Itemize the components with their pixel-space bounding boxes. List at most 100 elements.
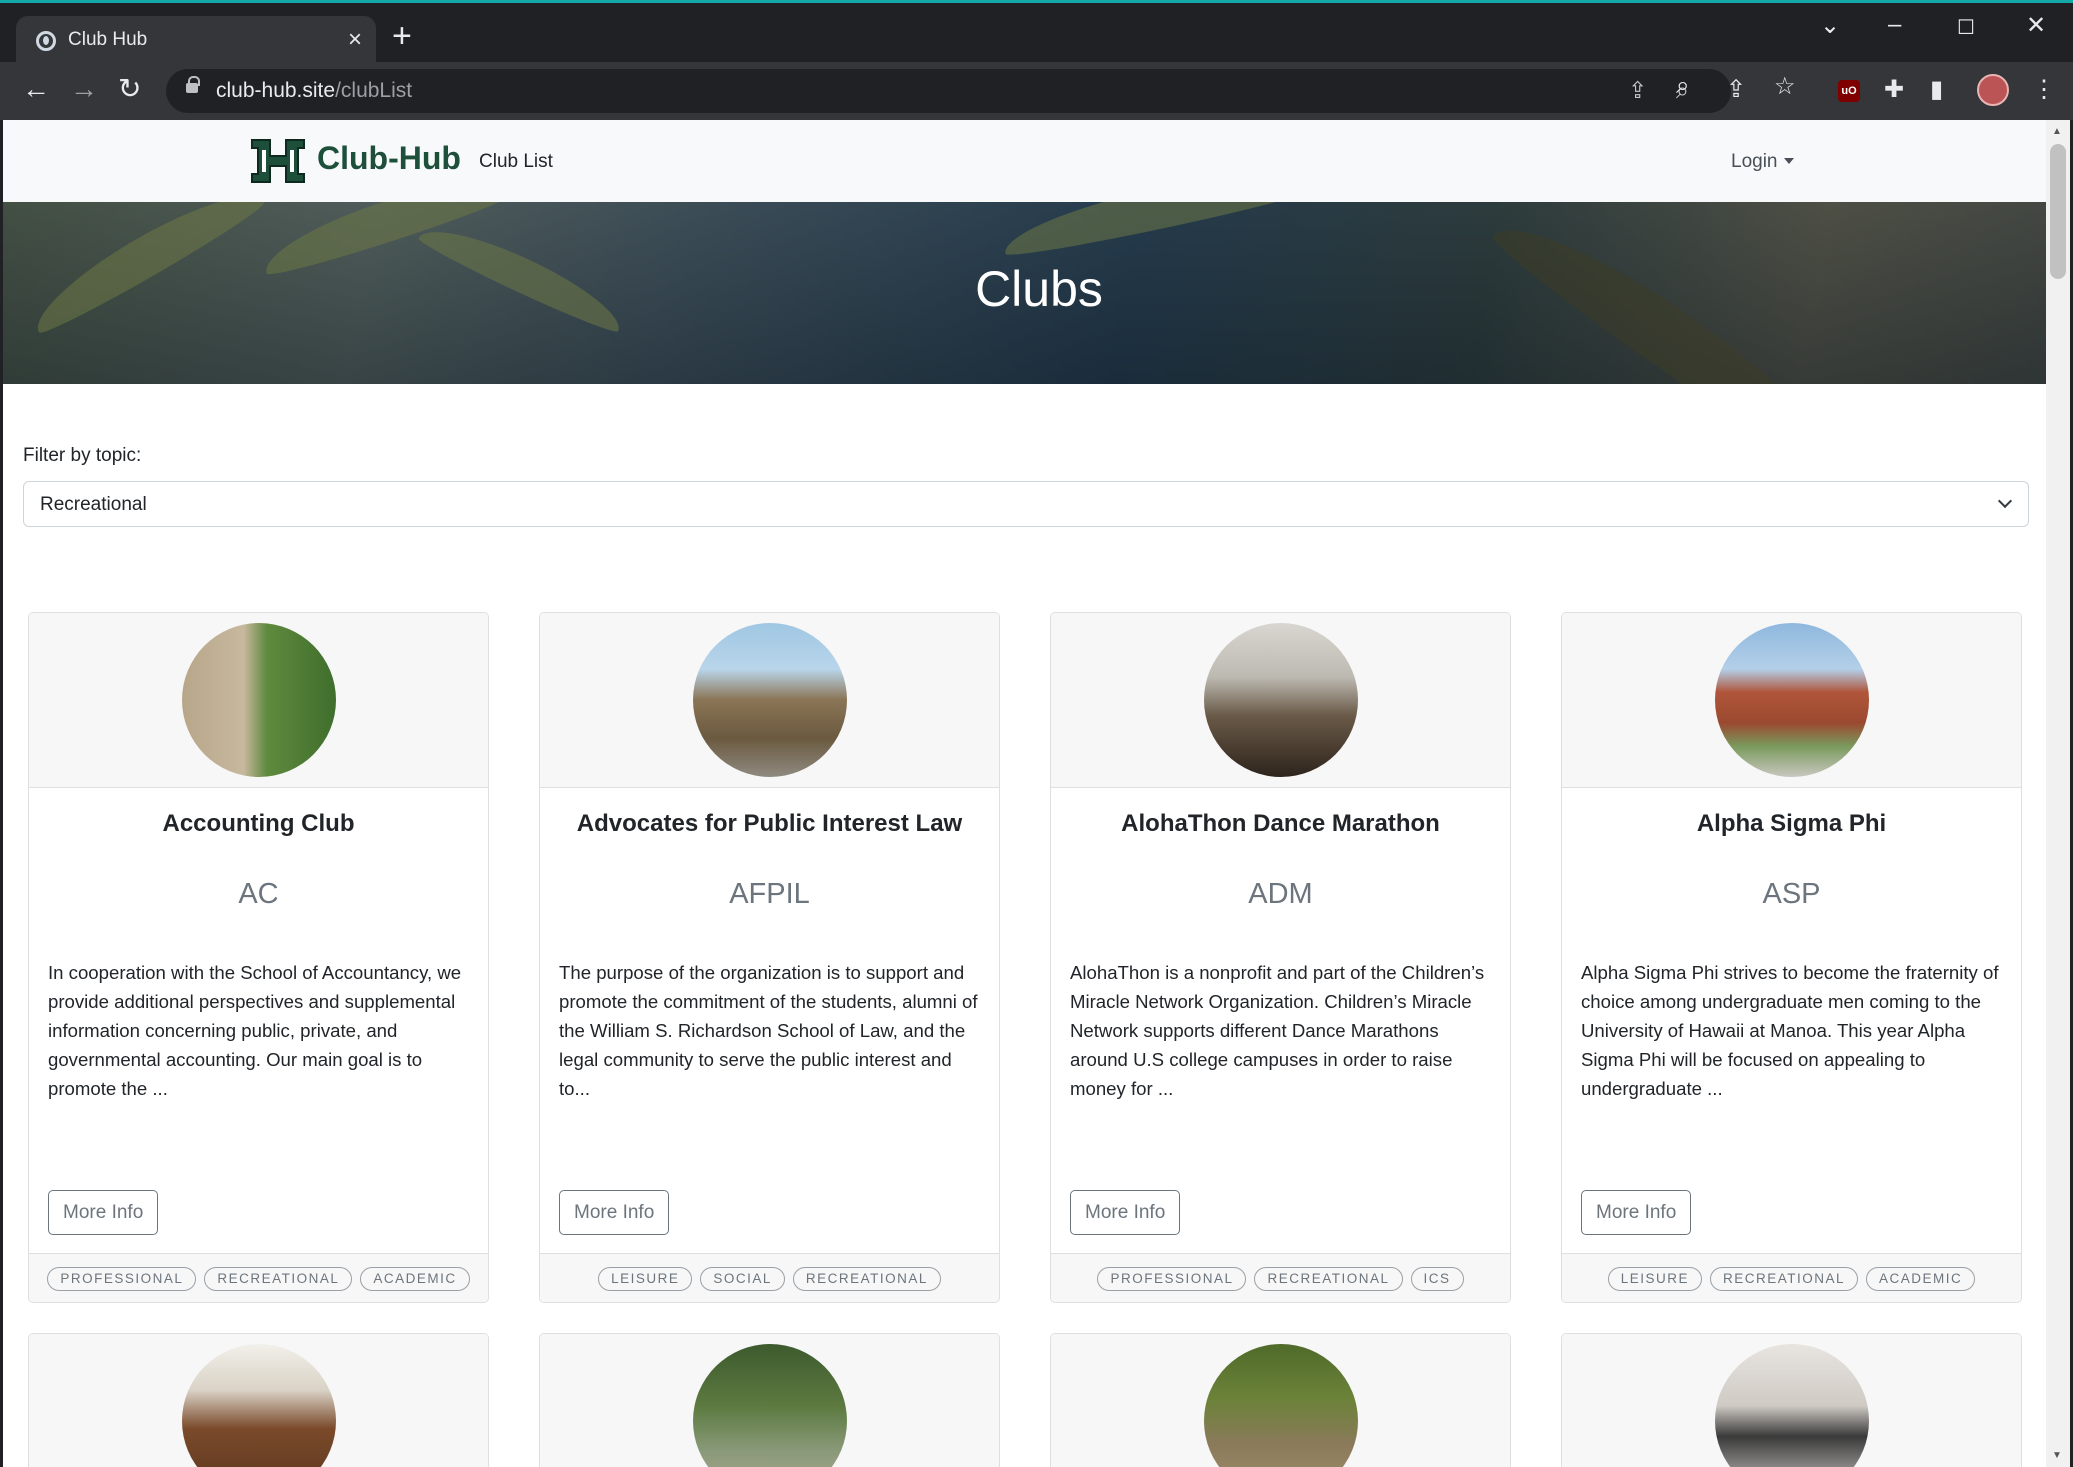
club-abbreviation: ASP (1762, 878, 1821, 910)
url-text[interactable]: club-hub.site/clubList (216, 79, 412, 103)
club-image (182, 1344, 336, 1467)
card-tags: PROFESSIONAL RECREATIONAL ACADEMIC (29, 1253, 488, 1302)
club-image (1715, 1344, 1869, 1467)
tag-badge: LEISURE (1607, 1267, 1702, 1291)
club-image (1204, 623, 1358, 777)
lock-icon (186, 76, 200, 93)
tag-badge: SOCIAL (700, 1267, 785, 1291)
hero-banner: Clubs (3, 202, 2046, 384)
close-window-icon[interactable]: ✕ (2026, 11, 2046, 40)
browser-toolbar: ← → ↻ club-hub.site/clubList ⌕ ⇪ ⌕ ⇪ ☆ u… (0, 62, 2073, 120)
club-card (28, 1333, 489, 1467)
more-info-button[interactable]: More Info (1070, 1190, 1181, 1235)
page-title: Clubs (975, 261, 1103, 317)
filter-label: Filter by topic: (23, 445, 142, 466)
club-name: AlohaThon Dance Marathon (1121, 810, 1440, 837)
tag-badge: ACADEMIC (1866, 1267, 1976, 1291)
club-card: AlohaThon Dance Marathon ADM AlohaThon i… (1050, 612, 1511, 1303)
club-description: AlohaThon is a nonprofit and part of the… (1070, 962, 1485, 1099)
card-image-area (540, 613, 999, 788)
more-info-button[interactable]: More Info (1581, 1190, 1692, 1235)
club-image (1715, 623, 1869, 777)
club-image (182, 623, 336, 777)
share-icon[interactable]: ⇪ (1628, 77, 1647, 104)
logo-h-icon[interactable] (250, 138, 306, 184)
browser-tab[interactable]: Club Hub × (16, 16, 376, 66)
zoom-icon[interactable]: ⌕ (1676, 72, 1689, 100)
club-name: Alpha Sigma Phi (1696, 810, 1887, 837)
tag-badge: LEISURE (598, 1267, 693, 1291)
scroll-down-icon[interactable]: ▼ (2052, 1450, 2062, 1461)
club-image (693, 1344, 847, 1467)
back-icon[interactable]: ← (22, 74, 50, 104)
tag-badge: RECREATIONAL (204, 1267, 353, 1291)
club-card: Accounting Club AC In cooperation with t… (28, 612, 489, 1303)
card-tags: LEISURE RECREATIONAL ACADEMIC (1562, 1253, 2021, 1302)
nav-club-list-link[interactable]: Club List (479, 151, 553, 173)
card-image-area (29, 613, 488, 788)
scroll-thumb[interactable] (2050, 144, 2066, 279)
club-image (693, 623, 847, 777)
card-tags: PROFESSIONAL RECREATIONAL ICS (1051, 1253, 1510, 1302)
tab-close-icon[interactable]: × (348, 26, 362, 54)
tab-title: Club Hub (68, 29, 148, 50)
page-scrollbar[interactable]: ▲ ▼ (2046, 120, 2070, 1467)
club-card (1050, 1333, 1511, 1467)
maximize-icon[interactable]: ☐ (1957, 15, 1975, 40)
club-name: Advocates for Public Interest Law (576, 810, 963, 837)
tag-badge: ICS (1410, 1267, 1464, 1291)
card-image-area (1051, 1334, 1510, 1467)
club-abbreviation: AC (238, 878, 279, 910)
scroll-up-icon[interactable]: ▲ (2052, 126, 2062, 137)
club-abbreviation: ADM (1248, 878, 1313, 910)
club-abbreviation: AFPIL (729, 878, 810, 910)
club-description: In cooperation with the School of Accoun… (48, 962, 462, 1099)
club-card (539, 1333, 1000, 1467)
club-name: Accounting Club (162, 810, 355, 837)
more-info-button[interactable]: More Info (48, 1190, 159, 1235)
palm-decoration (998, 202, 1321, 262)
address-bar[interactable]: club-hub.site/clubList ⌕ ⇪ (166, 69, 1731, 113)
forward-icon[interactable]: → (70, 74, 98, 104)
star-icon[interactable]: ☆ (1774, 72, 1796, 101)
extensions-icon[interactable]: ✚ (1884, 75, 1904, 104)
club-card: Advocates for Public Interest Law AFPIL … (539, 612, 1000, 1303)
login-label: Login (1731, 151, 1778, 172)
club-card: Alpha Sigma Phi ASP Alpha Sigma Phi stri… (1561, 612, 2022, 1303)
club-description: Alpha Sigma Phi strives to become the fr… (1581, 962, 1999, 1099)
tag-badge: PROFESSIONAL (47, 1267, 197, 1291)
reload-icon[interactable]: ↻ (118, 74, 141, 104)
tag-badge: PROFESSIONAL (1097, 1267, 1247, 1291)
side-panel-icon[interactable]: ▮ (1930, 75, 1943, 104)
browser-titlebar: Club Hub × + ⌄ – ☐ ✕ (0, 0, 2073, 66)
site-navbar: Club-Hub Club List Login (3, 120, 2046, 202)
card-image-area (540, 1334, 999, 1467)
share-icon[interactable]: ⇪ (1726, 75, 1746, 104)
caret-down-icon (1783, 158, 1794, 164)
more-info-button[interactable]: More Info (559, 1190, 670, 1235)
card-image-area (29, 1334, 488, 1467)
topic-filter-value: Recreational (40, 494, 147, 515)
club-card (1561, 1333, 2022, 1467)
chevron-down-icon (1997, 493, 2013, 509)
tag-badge: RECREATIONAL (1254, 1267, 1403, 1291)
brand-name[interactable]: Club-Hub (317, 140, 461, 177)
ublock-extension-icon[interactable]: uO (1838, 80, 1860, 102)
tag-badge: RECREATIONAL (792, 1267, 941, 1291)
favicon-icon (36, 31, 56, 51)
club-image (1204, 1344, 1358, 1467)
new-tab-button[interactable]: + (392, 19, 412, 53)
profile-avatar[interactable] (1977, 74, 2009, 106)
card-image-area (1051, 613, 1510, 788)
topic-filter-select[interactable]: Recreational (23, 481, 2029, 527)
card-image-area (1562, 613, 2021, 788)
tag-badge: RECREATIONAL (1709, 1267, 1859, 1291)
card-image-area (1562, 1334, 2021, 1467)
tab-search-icon[interactable]: ⌄ (1820, 11, 1840, 40)
card-tags: LEISURE SOCIAL RECREATIONAL (540, 1253, 999, 1302)
login-dropdown[interactable]: Login (1731, 151, 1794, 173)
club-description: The purpose of the organization is to su… (559, 962, 978, 1099)
minimize-icon[interactable]: – (1888, 11, 1901, 39)
menu-icon[interactable]: ⋮ (2032, 75, 2056, 104)
tag-badge: ACADEMIC (360, 1267, 470, 1291)
